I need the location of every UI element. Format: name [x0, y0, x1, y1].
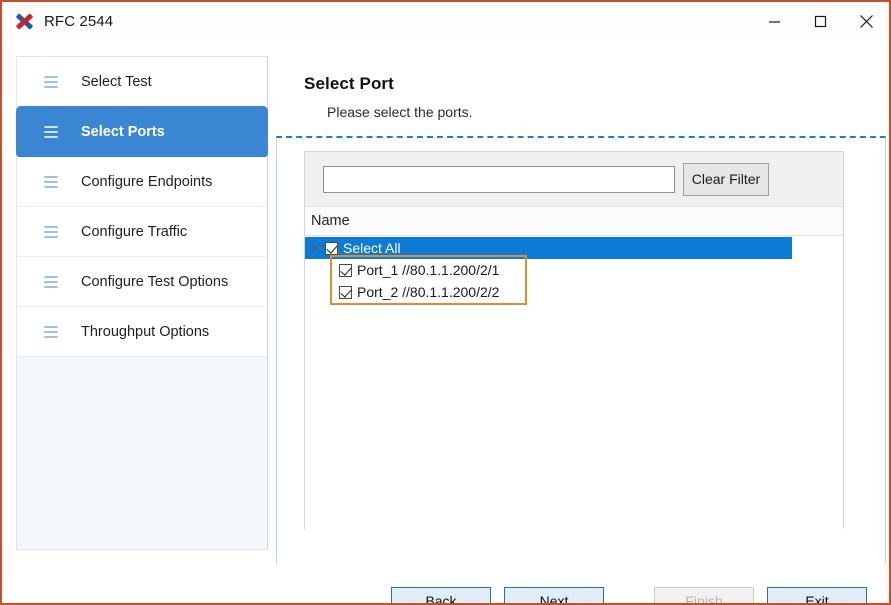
sidebar-item-label: Select Ports: [81, 123, 165, 140]
exit-button[interactable]: Exit: [767, 587, 867, 603]
checkbox-port-2[interactable]: [339, 285, 352, 299]
sidebar-item-select-test[interactable]: Select Test: [17, 57, 267, 107]
sidebar-item-select-ports[interactable]: Select Ports: [17, 107, 267, 157]
clear-filter-button[interactable]: Clear Filter: [683, 162, 769, 196]
tree-row-port-2[interactable]: Port_2 //80.1.1.200/2/2: [305, 281, 843, 303]
sidebar-item-label: Configure Traffic: [81, 223, 188, 240]
sidebar-item-configure-test-options[interactable]: Configure Test Options: [17, 257, 267, 307]
x-logo-icon: [13, 10, 35, 32]
page-subtitle: Please select the ports.: [327, 104, 473, 120]
footer-bar: Back Next Finish Exit: [2, 564, 889, 603]
tree-row-label: Port_2 //80.1.1.200/2/2: [357, 284, 500, 300]
window-body: Select Test Select Ports Configure Endpo…: [2, 40, 889, 603]
sidebar-item-label: Configure Endpoints: [81, 173, 213, 190]
maximize-icon[interactable]: [797, 2, 843, 40]
next-button[interactable]: Next: [504, 587, 604, 603]
content-frame: Clear Filter Name Select All Port_1 //80…: [276, 136, 886, 580]
sidebar-item-label: Select Test: [81, 73, 152, 90]
checkbox-select-all[interactable]: [325, 241, 338, 255]
column-header-name: Name: [311, 213, 350, 229]
sidebar-item-configure-endpoints[interactable]: Configure Endpoints: [17, 157, 267, 207]
minimize-icon[interactable]: [751, 2, 797, 40]
sidebar-item-label: Configure Test Options: [81, 273, 229, 290]
checkbox-port-1[interactable]: [339, 263, 352, 277]
window-controls: [751, 2, 889, 40]
back-button[interactable]: Back: [391, 587, 491, 603]
sidebar-item-label: Throughput Options: [81, 323, 210, 340]
port-tree-rows: Select All Port_1 //80.1.1.200/2/1 Port_…: [305, 237, 843, 529]
hamburger-icon: [33, 75, 69, 88]
tree-row-select-all[interactable]: Select All: [305, 237, 792, 259]
page-title: Select Port: [304, 74, 394, 93]
main-content: Select Port Please select the ports. Cle…: [274, 40, 889, 603]
hamburger-icon: [33, 225, 69, 238]
hamburger-icon: [33, 275, 69, 288]
hamburger-icon: [33, 125, 69, 138]
window-title: RFC 2544: [44, 12, 114, 30]
tree-row-label: Port_1 //80.1.1.200/2/1: [357, 262, 500, 278]
filter-bar: Clear Filter: [305, 152, 843, 206]
tree-row-label: Select All: [343, 240, 401, 256]
close-icon[interactable]: [843, 2, 889, 40]
filter-input[interactable]: [323, 165, 675, 193]
sidebar-item-throughput-options[interactable]: Throughput Options: [17, 307, 267, 357]
app-window: RFC 2544 Select Test Select Ports Config…: [0, 0, 891, 605]
tree-row-port-1[interactable]: Port_1 //80.1.1.200/2/1: [305, 259, 843, 281]
port-tree-panel: Clear Filter Name Select All Port_1 //80…: [304, 151, 844, 529]
finish-button: Finish: [654, 587, 754, 603]
column-header-row: Name: [305, 206, 843, 236]
chevron-down-icon[interactable]: [305, 244, 325, 253]
hamburger-icon: [33, 325, 69, 338]
sidebar-item-configure-traffic[interactable]: Configure Traffic: [17, 207, 267, 257]
title-bar: RFC 2544: [2, 2, 889, 40]
sidebar: Select Test Select Ports Configure Endpo…: [16, 56, 268, 550]
hamburger-icon: [33, 175, 69, 188]
